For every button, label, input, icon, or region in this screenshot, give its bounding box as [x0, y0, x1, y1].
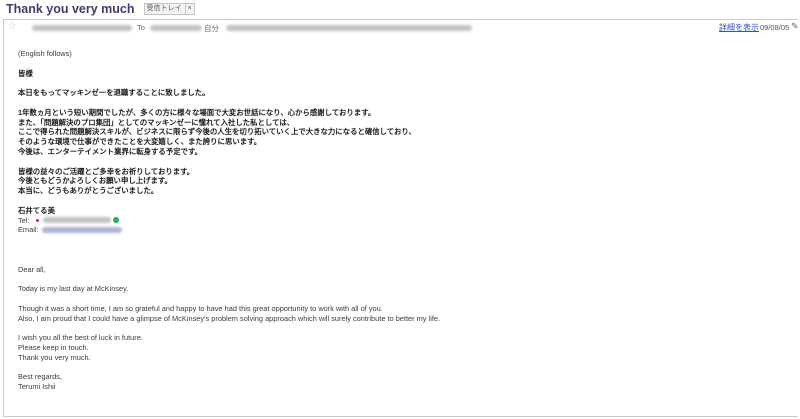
email-subject: Thank you very much	[6, 2, 135, 16]
tel-row: Tel:	[18, 216, 778, 226]
jp-greeting: 皆様	[18, 68, 33, 78]
tel-label: Tel:	[18, 215, 30, 225]
message-container: ☆ To 自分 詳細を表示 09/08/05 ✎ (English follow…	[3, 19, 799, 417]
me-label: 自分	[204, 24, 219, 33]
sender-redacted	[32, 25, 132, 31]
en-p2-l1: I wish you all the best of luck in futur…	[18, 333, 143, 343]
jp-p1-l4: そのような環境で仕事ができたことを大変嬉しく、また誇りに思います。	[18, 137, 262, 147]
jp-p2-l2: 今後ともどうかよろしくお願い申し上げます。	[18, 176, 172, 186]
cc-redacted	[226, 25, 472, 31]
en-closing: Best regards,	[18, 372, 62, 382]
flag-icon	[35, 218, 39, 222]
label-chip-text: 受信トレイ	[146, 5, 182, 12]
jp-sign-name: 石井てる美	[18, 205, 55, 215]
inbox-label-chip[interactable]: 受信トレイ ×	[143, 3, 195, 15]
en-last-day: Today is my last day at McKinsey.	[18, 284, 129, 294]
jp-p1-l2: また、「問題解決のプロ集団」としてのマッキンゼーに憧れて入社した私としては、	[18, 117, 295, 127]
en-name: Terumi Ishii	[18, 382, 56, 392]
en-p1-l1: Though it was a short time, I am so grat…	[18, 303, 383, 313]
email-row: Email:	[18, 225, 778, 235]
star-icon[interactable]: ☆	[8, 21, 17, 33]
recipient-redacted	[150, 25, 202, 31]
email-label: Email:	[18, 225, 39, 235]
jp-p1-l3: ここで得られた問題解決スキルが、ビジネスに限らず今後の人生を切り拓いていく上で大…	[18, 127, 416, 137]
en-p2-l3: Thank you very much.	[18, 352, 91, 362]
jp-p2-l3: 本当に、どうもありがとうございました。	[18, 186, 159, 196]
en-p2-l2: Please keep in touch.	[18, 342, 89, 352]
message-body: (English follows) 皆様 本日をもってマッキンゼーを退職すること…	[18, 49, 778, 392]
to-label: To	[137, 23, 145, 32]
jp-p1-l1: 1年数ヵ月という短い期間でしたが、多くの方に様々な場面で大変お世話になり、心から…	[18, 107, 376, 117]
phone-redacted	[42, 217, 111, 224]
en-greeting: Dear all,	[18, 264, 46, 274]
english-follows: (English follows)	[18, 49, 72, 58]
email-redacted[interactable]	[41, 227, 122, 234]
jp-p2-l1: 皆様の益々のご活躍とご多幸をお祈りしております。	[18, 166, 195, 176]
jp-retire: 本日をもってマッキンゼーを退職することに致しました。	[18, 88, 210, 98]
show-details-link[interactable]: 詳細を表示	[719, 22, 759, 33]
subject-bar: Thank you very much 受信トレイ ×	[0, 0, 800, 18]
message-header[interactable]: ☆ To 自分 詳細を表示 09/08/05 ✎	[4, 20, 799, 35]
message-date: 09/08/05	[760, 23, 790, 32]
label-remove-button[interactable]: ×	[184, 4, 192, 14]
pencil-icon[interactable]: ✎	[791, 21, 799, 32]
jp-p1-l5: 今後は、エンターテイメント業界に転身する予定です。	[18, 146, 203, 156]
en-p1-l2: Also, I am proud that I could have a gli…	[18, 313, 441, 323]
phone-icon[interactable]	[112, 217, 119, 224]
